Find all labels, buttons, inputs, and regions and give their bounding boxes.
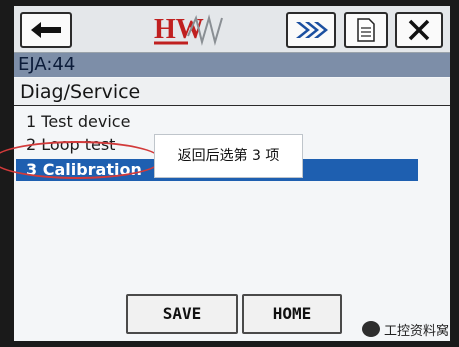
hart-logo: HW bbox=[152, 12, 232, 48]
close-button[interactable] bbox=[395, 12, 443, 48]
highlight-ring bbox=[0, 141, 162, 179]
forward-button[interactable] bbox=[286, 12, 336, 48]
watermark-text: 工控资料窝 bbox=[384, 322, 450, 338]
annotation-callout: 返回后选第 3 项 bbox=[154, 134, 303, 178]
close-icon bbox=[408, 19, 430, 41]
arrow-left-icon bbox=[31, 22, 61, 38]
menu-item-test-device[interactable]: 1 Test device bbox=[16, 111, 416, 133]
wechat-icon bbox=[362, 321, 380, 337]
back-button[interactable] bbox=[20, 12, 72, 48]
device-tag: EJA:44 bbox=[14, 53, 450, 77]
double-chevron-right-icon bbox=[296, 22, 328, 38]
save-button[interactable]: SAVE bbox=[126, 294, 238, 334]
top-toolbar: HW bbox=[14, 6, 450, 53]
page-title: Diag/Service bbox=[14, 78, 450, 106]
document-button[interactable] bbox=[344, 12, 388, 48]
watermark: 工控资料窝 bbox=[362, 318, 449, 340]
home-button[interactable]: HOME bbox=[242, 294, 342, 334]
document-icon bbox=[357, 18, 375, 42]
